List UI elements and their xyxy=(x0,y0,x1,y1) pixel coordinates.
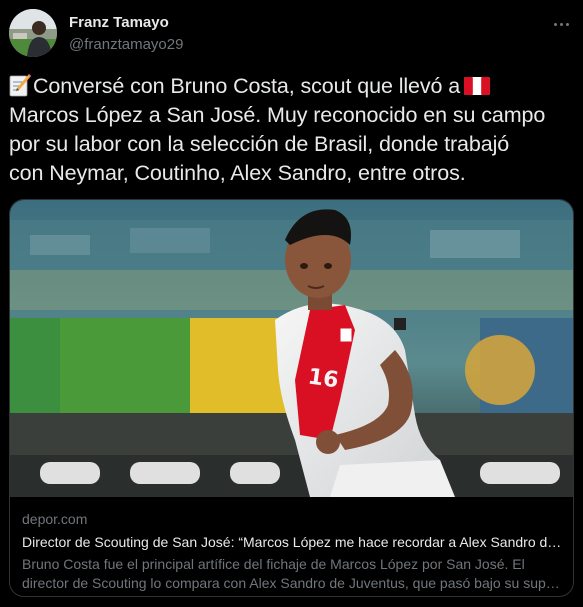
card-meta: depor.com Director de Scouting de San Jo… xyxy=(22,510,562,593)
card-image[interactable]: 16 xyxy=(10,200,573,497)
link-card[interactable]: 16 depor.com Director de Scouting de San… xyxy=(9,199,574,597)
card-description-line-1: Bruno Costa fue el principal artífice de… xyxy=(22,556,525,572)
card-domain: depor.com xyxy=(22,511,88,527)
card-description: Bruno Costa fue el principal artífice de… xyxy=(22,555,562,593)
tweet-line-1: Conversé con Bruno Costa, scout que llev… xyxy=(9,72,577,101)
author-handle[interactable]: @franztamayo29 xyxy=(69,36,183,53)
more-options-icon[interactable] xyxy=(551,14,571,34)
tweet[interactable]: Franz Tamayo @franztamayo29 Conversé con… xyxy=(0,0,583,607)
peru-flag-icon xyxy=(464,74,491,95)
tweet-text: Conversé con Bruno Costa, scout que llev… xyxy=(9,72,577,188)
tweet-line-2: Marcos López a San José. Muy reconocido … xyxy=(9,103,546,127)
memo-emoji-icon xyxy=(9,73,31,97)
tweet-line-4: con Neymar, Coutinho, Alex Sandro, entre… xyxy=(9,161,466,185)
card-title[interactable]: Director de Scouting de San José: “Marco… xyxy=(22,533,562,552)
player-number: 16 xyxy=(306,364,340,393)
author-avatar[interactable] xyxy=(9,9,57,57)
card-description-line-2: director de Scouting lo compara con Alex… xyxy=(22,575,562,591)
author-name[interactable]: Franz Tamayo xyxy=(69,14,169,31)
tweet-line-3: por su labor con la selección de Brasil,… xyxy=(9,132,510,156)
tweet-line-1-text: Conversé con Bruno Costa, scout que llev… xyxy=(33,74,461,98)
